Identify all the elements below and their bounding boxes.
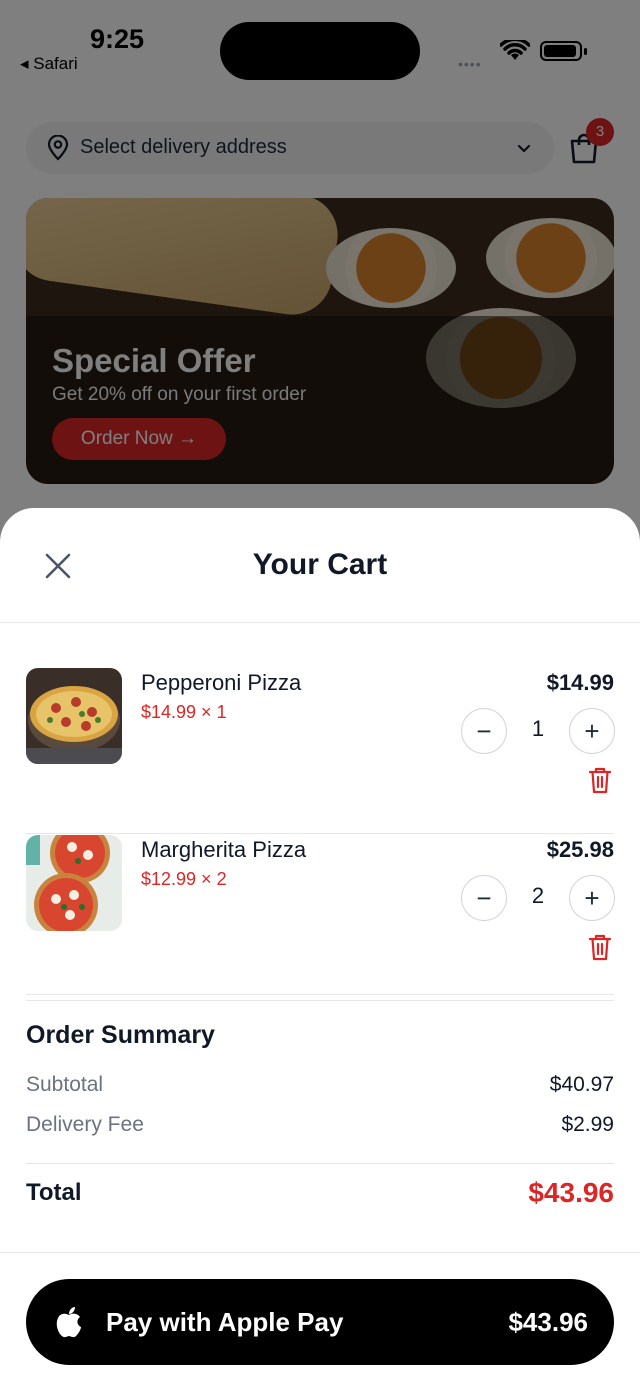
order-summary-title: Order Summary	[26, 1021, 215, 1049]
delivery-fee-value: $2.99	[561, 1113, 614, 1136]
cart-sheet-header: Your Cart	[0, 508, 640, 623]
item-name: Margherita Pizza	[141, 837, 307, 862]
subtotal-value: $40.97	[549, 1073, 614, 1096]
total-label: Total	[26, 1179, 82, 1206]
pepperoni-pizza-image	[26, 668, 122, 764]
margherita-pizza-image	[26, 835, 122, 931]
item-unit-price: $12.99 × 2	[141, 869, 227, 889]
decrease-quantity-button[interactable]: −	[461, 708, 507, 754]
item-total-price: $14.99	[546, 670, 614, 695]
subtotal-label: Subtotal	[26, 1073, 104, 1096]
item-unit-price: $14.99 × 1	[141, 702, 227, 722]
minus-icon: −	[476, 883, 492, 913]
increase-quantity-button[interactable]: +	[569, 875, 615, 921]
item-quantity: 2	[531, 883, 545, 908]
apple-pay-button[interactable]: Pay with Apple Pay $43.96	[26, 1279, 614, 1365]
apple-pay-label: Pay with Apple Pay	[106, 1307, 344, 1337]
item-total-price: $25.98	[546, 837, 614, 862]
subtotal-row: Subtotal $40.97	[26, 1073, 614, 1097]
checkout-footer: Pay with Apple Pay $43.96	[0, 1252, 640, 1391]
item-quantity: 1	[531, 716, 545, 741]
apple-icon	[56, 1307, 81, 1338]
minus-icon: −	[476, 716, 492, 746]
increase-quantity-button[interactable]: +	[569, 708, 615, 754]
cart-item: Pepperoni Pizza $14.99 × 1 $14.99 − 1 +	[26, 668, 615, 834]
cart-sheet: Your Cart Pepperoni Pizza $14.99 × 1 $14…	[0, 508, 640, 1391]
apple-pay-amount: $43.96	[508, 1307, 588, 1337]
order-summary: Order Summary Subtotal $40.97 Delivery F…	[26, 994, 614, 1208]
trash-icon[interactable]	[588, 766, 612, 794]
trash-icon[interactable]	[588, 933, 612, 961]
delivery-fee-row: Delivery Fee $2.99	[26, 1113, 614, 1137]
delivery-fee-label: Delivery Fee	[26, 1113, 144, 1136]
decrease-quantity-button[interactable]: −	[461, 875, 507, 921]
plus-icon: +	[584, 883, 600, 913]
plus-icon: +	[584, 716, 600, 746]
cart-title: Your Cart	[252, 548, 388, 581]
item-name: Pepperoni Pizza	[141, 670, 302, 695]
total-value: $43.96	[528, 1177, 614, 1208]
cart-item: Margherita Pizza $12.99 × 2 $25.98 − 2 +	[26, 835, 615, 1001]
divider	[26, 1163, 614, 1164]
